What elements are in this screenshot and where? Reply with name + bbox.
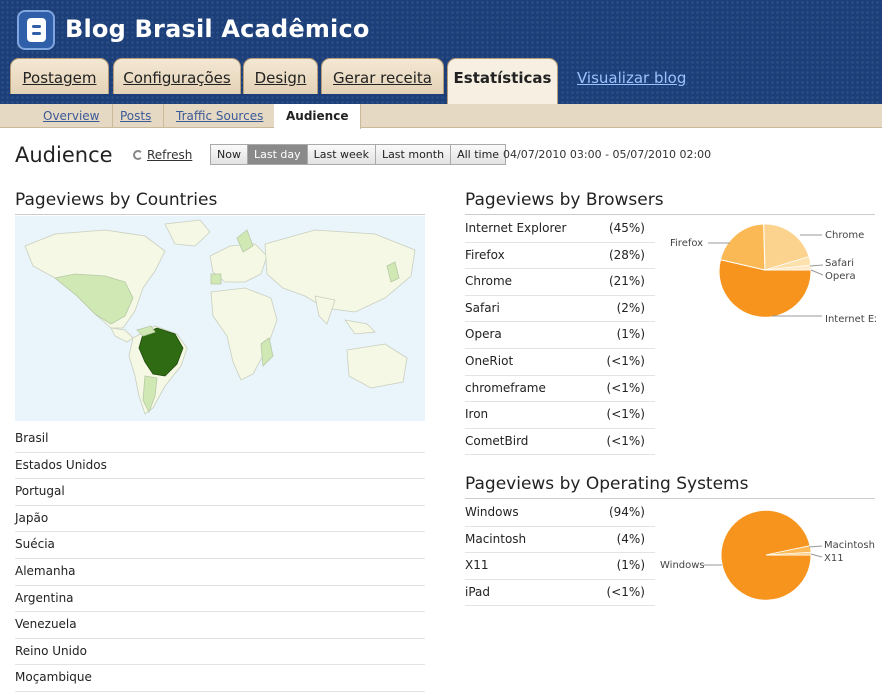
- pie-label-windows: Windows: [660, 560, 705, 571]
- list-item: Argentina: [15, 586, 425, 613]
- subtab-overview[interactable]: Overview: [31, 104, 113, 128]
- list-item: Estados Unidos: [15, 453, 425, 480]
- stats-subnav: Overview Posts Traffic Sources Audience: [0, 104, 882, 129]
- pie-label-safari: Safari: [825, 258, 854, 269]
- refresh-button[interactable]: Refresh: [133, 148, 192, 162]
- view-blog-link[interactable]: Visualizar blog: [577, 69, 686, 87]
- range-now-button[interactable]: Now: [211, 145, 248, 164]
- list-item: Firefox (28%): [465, 243, 655, 270]
- list-item: OneRiot (<1%): [465, 349, 655, 376]
- date-range-label: 04/07/2010 03:00 - 05/07/2010 02:00: [503, 148, 712, 161]
- range-last-week-button[interactable]: Last week: [307, 145, 376, 164]
- refresh-icon: [133, 150, 143, 160]
- tab-postagem[interactable]: Postagem: [10, 58, 109, 94]
- tab-design[interactable]: Design: [243, 58, 318, 94]
- blog-title: Blog Brasil Acadêmico: [65, 15, 370, 43]
- pie-label-firefox: Firefox: [670, 238, 703, 249]
- blogger-logo-icon[interactable]: [17, 10, 55, 50]
- list-item: Safari (2%): [465, 296, 655, 323]
- list-item: Brasil: [15, 426, 425, 453]
- page-title: Audience: [15, 143, 113, 167]
- list-item: Opera (1%): [465, 322, 655, 349]
- list-item: chromeframe (<1%): [465, 376, 655, 403]
- tab-configuracoes[interactable]: Configurações: [113, 58, 241, 94]
- list-item: Reino Unido: [15, 639, 425, 666]
- time-range-selector: Now Last day Last week Last month All ti…: [210, 144, 507, 165]
- list-item: Venezuela: [15, 612, 425, 639]
- subtab-audience[interactable]: Audience: [274, 104, 362, 129]
- list-item: Alemanha: [15, 559, 425, 586]
- os-heading: Pageviews by Operating Systems: [465, 474, 875, 499]
- subtab-posts[interactable]: Posts: [108, 104, 165, 128]
- os-list: Windows (94%) Macintosh (4%) X11 (1%) iPad(…: [465, 500, 655, 607]
- subtab-traffic-sources[interactable]: Traffic Sources: [164, 104, 277, 128]
- pie-label-x11: X11: [824, 553, 844, 564]
- list-item: Portugal: [15, 479, 425, 506]
- list-item: Windows (94%): [465, 500, 655, 527]
- list-item: Moçambique: [15, 665, 425, 692]
- list-item: Iron (<1%): [465, 402, 655, 429]
- list-item: X11 (1%): [465, 553, 655, 580]
- pie-label-opera: Opera: [825, 271, 856, 282]
- tab-estatisticas[interactable]: Estatísticas: [447, 58, 558, 104]
- browsers-pie-chart: Chrome Firefox Safari Opera Internet Ex: [670, 223, 876, 325]
- refresh-label: Refresh: [147, 148, 193, 162]
- countries-heading: Pageviews by Countries: [15, 190, 425, 215]
- range-last-month-button[interactable]: Last month: [375, 145, 452, 164]
- list-item: Internet Explorer (45%): [465, 216, 655, 243]
- list-item: iPad (<1%): [465, 580, 655, 607]
- pie-label-macintosh: Macintosh: [824, 540, 875, 551]
- pie-label-chrome: Chrome: [825, 230, 864, 241]
- browsers-list: Internet Explorer (45%) Firefox (28%) Chro…: [465, 216, 655, 456]
- list-item: Macintosh (4%): [465, 527, 655, 554]
- range-all-time-button[interactable]: All time: [451, 145, 506, 164]
- os-pie-chart: Windows Macintosh X11: [660, 509, 875, 601]
- list-item: Japão: [15, 506, 425, 533]
- blogger-header: Blog Brasil Acadêmico Postagem Configura…: [0, 0, 882, 104]
- list-item: CometBird (<1%): [465, 429, 655, 456]
- tab-gerar-receita[interactable]: Gerar receita: [321, 58, 444, 94]
- list-item: Chrome (21%): [465, 269, 655, 296]
- world-map[interactable]: [15, 216, 425, 421]
- countries-list: Brasil Estados Unidos Portugal Japão Sué…: [15, 426, 425, 692]
- browsers-heading: Pageviews by Browsers: [465, 190, 875, 215]
- pie-label-ie: Internet Ex: [825, 314, 876, 325]
- list-item: Suécia: [15, 532, 425, 559]
- range-last-day-button[interactable]: Last day: [247, 145, 308, 164]
